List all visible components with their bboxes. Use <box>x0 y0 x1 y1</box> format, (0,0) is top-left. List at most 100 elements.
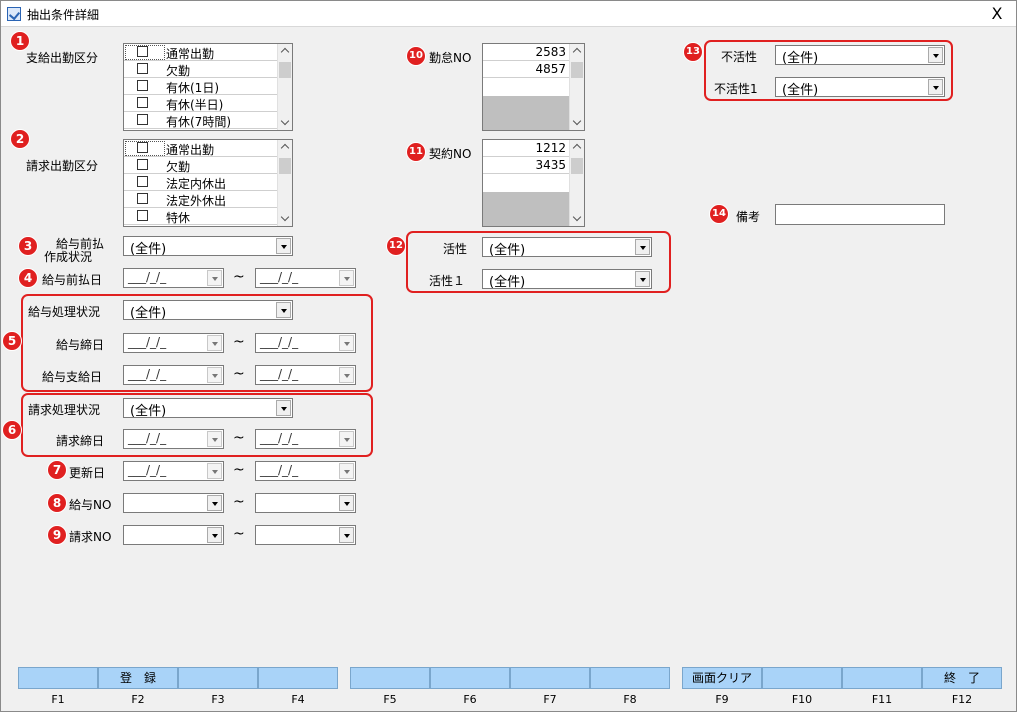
chevron-down-icon[interactable] <box>276 238 291 254</box>
list-item[interactable]: 4857 <box>483 61 570 78</box>
chevron-down-icon[interactable] <box>635 271 650 287</box>
kyuyo-no-to[interactable] <box>255 493 356 513</box>
chevron-down-icon[interactable] <box>207 335 222 351</box>
kyuyo-shikyu-to[interactable]: ___/_/_ <box>255 365 356 385</box>
kyuyo-shime-from[interactable]: ___/_/_ <box>123 333 224 353</box>
list-item[interactable]: 欠勤 <box>124 157 279 174</box>
scroll-thumb[interactable] <box>571 62 583 78</box>
scroll-down-icon[interactable] <box>278 211 293 226</box>
fkey-f2-button[interactable]: 登 録 <box>98 667 178 689</box>
kyuyo-maebarai-date-to[interactable]: ___/_/_ <box>255 268 356 288</box>
seikyu-shime-from[interactable]: ___/_/_ <box>123 429 224 449</box>
list-item[interactable]: 有休(半日) <box>124 95 279 112</box>
chevron-down-icon[interactable] <box>207 495 222 511</box>
chevron-down-icon[interactable] <box>207 463 222 479</box>
kyuyo-maebarai-date-from[interactable]: ___/_/_ <box>123 268 224 288</box>
fkey-f9-button[interactable]: 画面クリア <box>682 667 762 689</box>
list-item[interactable]: 1212 <box>483 140 570 157</box>
chevron-down-icon[interactable] <box>339 527 354 543</box>
checkbox[interactable] <box>137 97 148 108</box>
fukassei-select[interactable]: (全件) <box>775 45 945 66</box>
chevron-down-icon[interactable] <box>207 431 222 447</box>
chevron-down-icon[interactable] <box>339 463 354 479</box>
checkbox[interactable] <box>137 176 148 187</box>
fkey-f11-button[interactable] <box>842 667 922 689</box>
chevron-down-icon[interactable] <box>928 47 943 63</box>
scroll-up-icon[interactable] <box>570 44 585 59</box>
chevron-down-icon[interactable] <box>339 270 354 286</box>
chevron-down-icon[interactable] <box>339 431 354 447</box>
checkbox[interactable] <box>137 63 148 74</box>
fkey-f1-button[interactable] <box>18 667 98 689</box>
checkbox[interactable] <box>137 80 148 91</box>
fukassei1-select[interactable]: (全件) <box>775 77 945 98</box>
scroll-down-icon[interactable] <box>278 115 293 130</box>
fkey-f12-button[interactable]: 終 了 <box>922 667 1002 689</box>
chevron-down-icon[interactable] <box>339 495 354 511</box>
scroll-up-icon[interactable] <box>278 44 293 59</box>
shikyu-shukkin-kubun-list[interactable]: 通常出勤 欠勤 有休(1日) 有休(半日) 有休(7時間) <box>123 43 293 131</box>
seikyu-shukkin-kubun-list[interactable]: 通常出勤 欠勤 法定内休出 法定外休出 特休 <box>123 139 293 227</box>
checkbox[interactable] <box>137 159 148 170</box>
chevron-down-icon[interactable] <box>339 335 354 351</box>
scroll-thumb[interactable] <box>279 62 291 78</box>
chevron-down-icon[interactable] <box>276 302 291 318</box>
keiyaku-no-list[interactable]: 1212 3435 <box>482 139 585 227</box>
scroll-up-icon[interactable] <box>570 140 585 155</box>
fkey-f6-button[interactable] <box>430 667 510 689</box>
scroll-thumb[interactable] <box>571 158 583 174</box>
checkbox[interactable] <box>137 114 148 125</box>
seikyu-no-to[interactable] <box>255 525 356 545</box>
chevron-down-icon[interactable] <box>635 239 650 255</box>
list-item[interactable]: 法定内休出 <box>124 174 279 191</box>
seikyu-no-from[interactable] <box>123 525 224 545</box>
kassei1-select[interactable]: (全件) <box>482 269 652 290</box>
fkey-f5-button[interactable] <box>350 667 430 689</box>
kyuyo-shime-to[interactable]: ___/_/_ <box>255 333 356 353</box>
chevron-down-icon[interactable] <box>207 527 222 543</box>
scroll-down-icon[interactable] <box>570 211 585 226</box>
chevron-down-icon[interactable] <box>928 79 943 95</box>
list-scrollbar[interactable] <box>569 44 584 130</box>
list-item[interactable]: 通常出勤 <box>124 140 279 157</box>
fkey-f8-button[interactable] <box>590 667 670 689</box>
checkbox[interactable] <box>137 193 148 204</box>
list-scrollbar[interactable] <box>277 140 292 226</box>
koshin-date-from[interactable]: ___/_/_ <box>123 461 224 481</box>
koshin-date-to[interactable]: ___/_/_ <box>255 461 356 481</box>
list-item[interactable]: 有休(7時間) <box>124 112 279 129</box>
kyuyo-process-select[interactable]: (全件) <box>123 300 293 321</box>
kyuyo-shikyu-from[interactable]: ___/_/_ <box>123 365 224 385</box>
list-item[interactable]: 通常出勤 <box>124 44 279 61</box>
list-item[interactable]: 2583 <box>483 44 570 61</box>
chevron-down-icon[interactable] <box>276 400 291 416</box>
kyuyo-no-from[interactable] <box>123 493 224 513</box>
fkey-f10-button[interactable] <box>762 667 842 689</box>
list-item[interactable]: 3435 <box>483 157 570 174</box>
list-item[interactable]: 特休 <box>124 208 279 225</box>
checkbox[interactable] <box>137 210 148 221</box>
close-button[interactable]: X <box>984 3 1010 25</box>
fkey-f7-button[interactable] <box>510 667 590 689</box>
seikyu-shime-to[interactable]: ___/_/_ <box>255 429 356 449</box>
biko-input[interactable] <box>775 204 945 225</box>
kassei-select[interactable]: (全件) <box>482 237 652 258</box>
kintai-no-list[interactable]: 2583 4857 <box>482 43 585 131</box>
list-item[interactable]: 欠勤 <box>124 61 279 78</box>
list-scrollbar[interactable] <box>569 140 584 226</box>
fkey-f4-button[interactable] <box>258 667 338 689</box>
fkey-f3-button[interactable] <box>178 667 258 689</box>
chevron-down-icon[interactable] <box>339 367 354 383</box>
checkbox[interactable] <box>137 46 148 57</box>
kyuyo-maebarai-status-select[interactable]: (全件) <box>123 236 293 257</box>
scroll-down-icon[interactable] <box>570 115 585 130</box>
list-scrollbar[interactable] <box>277 44 292 130</box>
list-item[interactable]: 法定外休出 <box>124 191 279 208</box>
checkbox[interactable] <box>137 142 148 153</box>
scroll-up-icon[interactable] <box>278 140 293 155</box>
chevron-down-icon[interactable] <box>207 270 222 286</box>
scroll-thumb[interactable] <box>279 158 291 174</box>
chevron-down-icon[interactable] <box>207 367 222 383</box>
list-item[interactable]: 有休(1日) <box>124 78 279 95</box>
seikyu-process-select[interactable]: (全件) <box>123 398 293 419</box>
